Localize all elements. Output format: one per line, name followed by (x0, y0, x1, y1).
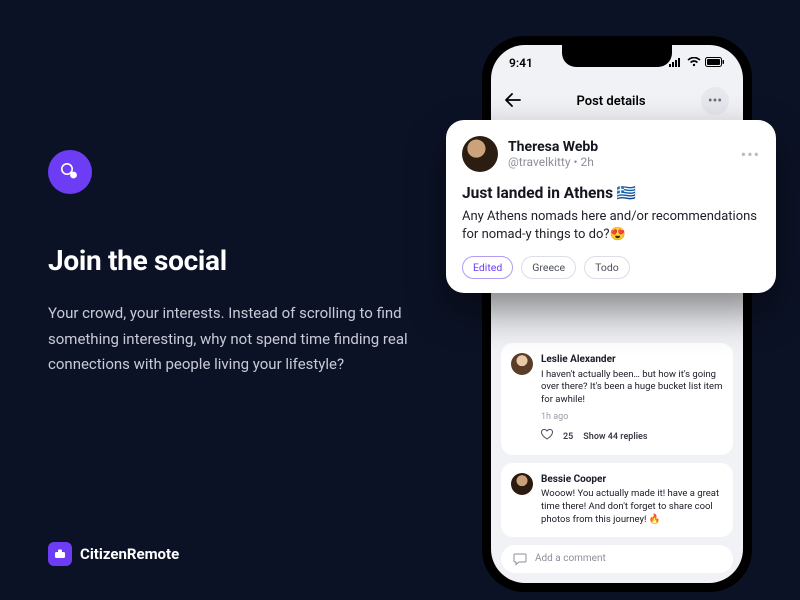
avatar (511, 353, 533, 375)
section-body: Your crowd, your interests. Instead of s… (48, 301, 418, 378)
comment-text: Wooow! You actually made it! have a grea… (541, 488, 723, 526)
comment-author: Bessie Cooper (541, 473, 723, 487)
comment-item[interactable]: Leslie Alexander I haven't actually been… (501, 343, 733, 455)
heart-icon (541, 429, 553, 440)
tag-item[interactable]: Greece (521, 256, 576, 279)
post-author-name[interactable]: Theresa Webb (508, 139, 598, 155)
dots-icon: ••• (708, 93, 722, 109)
dots-icon: ••• (741, 145, 760, 164)
comment-text: I haven't actually been… but how it's go… (541, 369, 723, 407)
tag-edited: Edited (462, 256, 513, 279)
post-card[interactable]: Theresa Webb @travelkitty • 2h ••• Just … (446, 120, 776, 293)
add-comment-placeholder: Add a comment (535, 553, 606, 564)
avatar (511, 473, 533, 495)
wifi-icon (687, 56, 701, 70)
bubbles-icon (59, 161, 81, 183)
post-title: Just landed in Athens 🇬🇷 (462, 184, 760, 202)
avatar[interactable] (462, 136, 498, 172)
battery-icon (705, 56, 725, 70)
phone-notch (562, 45, 672, 67)
arrow-left-icon (505, 93, 521, 107)
comment-time: 1h ago (541, 411, 568, 423)
tag-item[interactable]: Todo (584, 256, 630, 279)
post-author-handle: @travelkitty • 2h (508, 155, 598, 169)
nav-more-button[interactable]: ••• (701, 87, 729, 115)
post-body: Any Athens nomads here and/or recommenda… (462, 208, 760, 244)
post-more-button[interactable]: ••• (741, 145, 760, 164)
brand-logo-icon (48, 542, 72, 566)
add-comment-input[interactable]: Add a comment (501, 545, 733, 573)
like-button[interactable] (541, 429, 553, 445)
comment-item[interactable]: Bessie Cooper Wooow! You actually made i… (501, 463, 733, 537)
nav-title: Post details (577, 94, 646, 109)
signal-icon (669, 56, 683, 70)
brand-name: CitizenRemote (80, 545, 179, 563)
like-count: 25 (563, 431, 573, 443)
footer-brand: CitizenRemote (48, 542, 179, 566)
back-button[interactable] (505, 92, 521, 111)
comment-icon (513, 552, 527, 566)
status-time: 9:41 (509, 56, 533, 70)
feature-icon-badge (48, 150, 92, 194)
nav-bar: Post details ••• (491, 81, 743, 121)
comment-author: Leslie Alexander (541, 353, 723, 367)
show-replies-link[interactable]: Show 44 replies (583, 431, 647, 443)
section-heading: Join the social (48, 244, 428, 277)
